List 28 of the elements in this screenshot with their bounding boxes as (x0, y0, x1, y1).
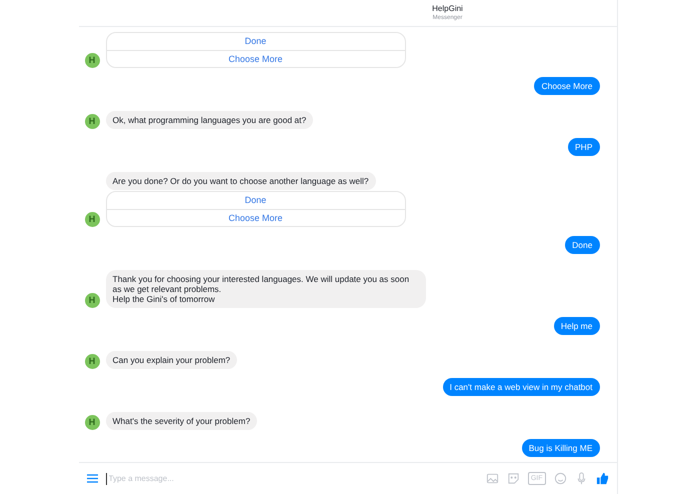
avatar: H (84, 212, 100, 227)
avatar: H (84, 293, 100, 308)
chat-title: HelpGini (432, 4, 463, 14)
sticker-icon[interactable] (506, 472, 520, 485)
quick-reply-button[interactable]: Choose More (106, 50, 404, 67)
message-bubble: What's the severity of your problem? (106, 412, 258, 430)
message-bubble: Ok, what programming languages you are good at? (106, 111, 314, 129)
avatar: H (84, 354, 100, 369)
quick-reply-button[interactable]: Done (106, 192, 404, 209)
message-bubble: I can't make a web view in my chatbot (442, 378, 600, 396)
message-bubble: Can you explain your problem? (106, 351, 238, 369)
quick-reply-button[interactable]: Done (106, 33, 404, 50)
message-bubble: PHP (568, 138, 600, 156)
menu-icon[interactable] (86, 474, 98, 483)
message-bubble: Are you done? Or do you want to choose another language as well? (106, 172, 376, 190)
message-bubble: Done (565, 236, 600, 254)
avatar: H (84, 53, 100, 68)
message-bubble: Thank you for choosing your interested languages. We will update you as soon as we get relevant problems. Help the Gini's of tomorrow (106, 270, 426, 308)
emoji-icon[interactable] (554, 472, 566, 485)
message-bubble: Help me (554, 317, 600, 335)
message-bubble: Bug is Killing ME (522, 439, 600, 457)
thumbs-up-icon[interactable] (596, 472, 608, 485)
message-bubble: Choose More (534, 77, 600, 95)
image-icon[interactable] (486, 472, 499, 485)
avatar: H (84, 415, 100, 430)
message-input[interactable]: Type a message... (106, 472, 478, 484)
avatar: H (84, 114, 100, 129)
quick-reply-button[interactable]: Choose More (106, 209, 404, 226)
